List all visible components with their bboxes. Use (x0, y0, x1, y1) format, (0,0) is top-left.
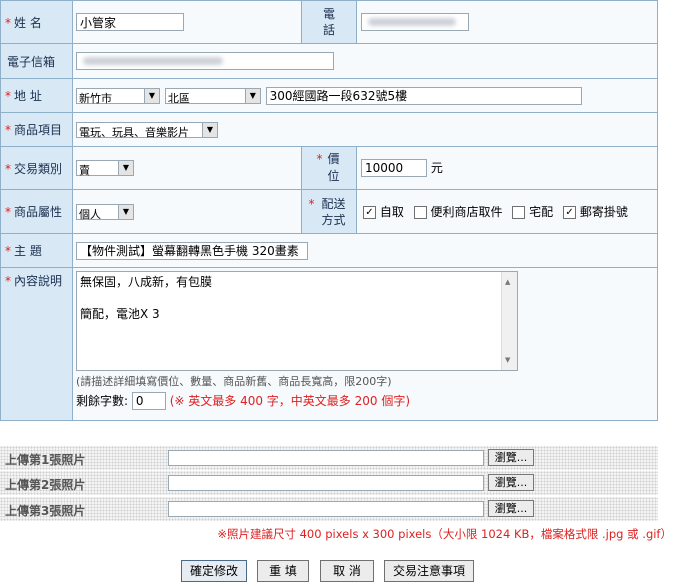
upload-label: 上傳第2張照片 (5, 478, 86, 492)
checkbox-checked-icon[interactable]: ✓ (563, 206, 577, 219)
street-input[interactable] (265, 86, 582, 105)
confirm-button[interactable]: 確定修改 (181, 560, 247, 582)
email-label: 電子信箱 (7, 54, 56, 69)
attribute-label: 商品屬性 (14, 205, 63, 219)
scroll-up-icon[interactable]: ▲ (505, 274, 510, 290)
trade-type-select[interactable]: 賣 ▼ (76, 160, 134, 177)
file-path-input[interactable] (168, 501, 484, 517)
category-label-cell: * 商品項目 (0, 112, 73, 147)
subject-value-cell (72, 233, 658, 268)
file-path-input[interactable] (168, 475, 484, 491)
city-select[interactable]: 新竹市 ▼ (76, 87, 160, 105)
chevron-down-icon: ▼ (144, 88, 159, 103)
listing-form: *姓 名 電 話 電子信箱 *地 址 新竹市▼ (0, 0, 658, 421)
phone-input[interactable] (361, 13, 469, 31)
email-input[interactable] (76, 52, 334, 70)
browse-button[interactable]: 瀏覽... (488, 449, 534, 466)
phone-label: 電 話 (322, 7, 335, 37)
price-input[interactable] (361, 159, 427, 177)
delivery-option[interactable]: 宅配 (512, 205, 553, 219)
price-label: 價 位 (327, 152, 340, 183)
category-select[interactable]: 電玩、玩具、音樂影片 ▼ (76, 121, 218, 139)
content-hint: (請描述詳細填寫價位、數量、商品新舊、商品長寬高，限200字) (76, 375, 392, 388)
delivery-option[interactable]: ✓ 郵寄掛號 (563, 205, 628, 219)
photo-size-note: ※照片建議尺寸 400 pixels x 300 pixels（大小限 1024… (217, 527, 672, 541)
subject-input[interactable] (76, 241, 308, 260)
upload-row: 上傳第2張照片 瀏覽... (0, 471, 658, 495)
scrollbar[interactable]: ▲ ▼ (501, 272, 517, 370)
checkbox-checked-icon[interactable]: ✓ (363, 206, 376, 219)
content-label: 內容說明 (14, 274, 63, 288)
chevron-down-icon: ▼ (118, 204, 133, 219)
price-unit: 元 (430, 161, 443, 175)
delivery-option[interactable]: 便利商店取件 (413, 205, 503, 219)
content-label-cell: * 內容說明 (0, 267, 73, 421)
address-value-cell: 新竹市 ▼ 北區 ▼ (72, 78, 658, 113)
cancel-button[interactable]: 取 消 (320, 560, 374, 582)
district-select[interactable]: 北區 ▼ (164, 87, 261, 105)
notice-button[interactable]: 交易注意事項 (384, 560, 474, 582)
reset-button[interactable]: 重 填 (257, 560, 309, 582)
upload-row: 上傳第3張照片 瀏覽... (0, 497, 658, 521)
subject-label: 主 題 (14, 244, 42, 258)
scroll-down-icon[interactable]: ▼ (505, 352, 510, 368)
attribute-label-cell: * 商品屬性 (0, 189, 73, 234)
trade-type-label: 交易類別 (14, 161, 63, 176)
chevron-down-icon: ▼ (202, 122, 217, 137)
upload-label: 上傳第3張照片 (5, 504, 86, 518)
browse-button[interactable]: 瀏覽... (488, 474, 534, 491)
name-label-cell: * 姓 名 (0, 0, 73, 44)
content-line: 無保固，八成新，有包膜 (80, 275, 213, 289)
chevron-down-icon: ▼ (244, 88, 260, 103)
price-label-cell: * 價 位 (301, 146, 357, 190)
name-input[interactable] (76, 13, 184, 31)
delivery-label-cell: * 配送方式 (301, 189, 357, 234)
remaining-count (131, 392, 166, 410)
delivery-label: 配送方式 (321, 196, 346, 227)
remaining-label: 剩餘字數: (76, 394, 129, 408)
content-value-cell: 無保固，八成新，有包膜 簡配，電池X 3 ▲ ▼ (請描述詳細填寫價位、數量、商… (72, 267, 658, 421)
chevron-down-icon: ▼ (118, 161, 133, 175)
checkbox-icon[interactable] (512, 206, 526, 219)
category-label: 商品項目 (14, 123, 63, 137)
limit-note: (※ 英文最多 400 字，中英文最多 200 個字) (169, 394, 411, 408)
phone-label-cell: 電 話 (301, 0, 357, 44)
upload-label: 上傳第1張照片 (5, 453, 86, 467)
content-textarea[interactable]: 無保固，八成新，有包膜 簡配，電池X 3 ▲ ▼ (76, 271, 518, 371)
checkbox-icon[interactable] (413, 206, 427, 219)
name-label: 姓 名 (14, 15, 42, 30)
attribute-value-cell: 個人 ▼ (72, 189, 302, 234)
category-value-cell: 電玩、玩具、音樂影片 ▼ (72, 112, 658, 147)
address-label-cell: * 地 址 (0, 78, 73, 113)
browse-button[interactable]: 瀏覽... (488, 500, 534, 517)
trade-type-label-cell: * 交易類別 (0, 146, 73, 190)
phone-value-cell (356, 0, 658, 44)
attribute-select[interactable]: 個人 ▼ (76, 203, 134, 221)
email-value-cell (72, 43, 658, 79)
subject-label-cell: * 主 題 (0, 233, 73, 268)
delivery-option[interactable]: ✓ 自取 (363, 205, 404, 219)
address-label: 地 址 (14, 89, 42, 103)
file-path-input[interactable] (168, 450, 484, 466)
delivery-value-cell: ✓ 自取 便利商店取件 宅配 ✓ 郵寄掛號 (356, 189, 658, 234)
name-value-cell (72, 0, 302, 44)
content-line: 簡配，電池X 3 (80, 307, 160, 321)
price-value-cell: 元 (356, 146, 658, 190)
upload-row: 上傳第1張照片 瀏覽... (0, 446, 658, 470)
trade-type-value-cell: 賣 ▼ (72, 146, 302, 190)
email-label-cell: 電子信箱 (0, 43, 73, 79)
